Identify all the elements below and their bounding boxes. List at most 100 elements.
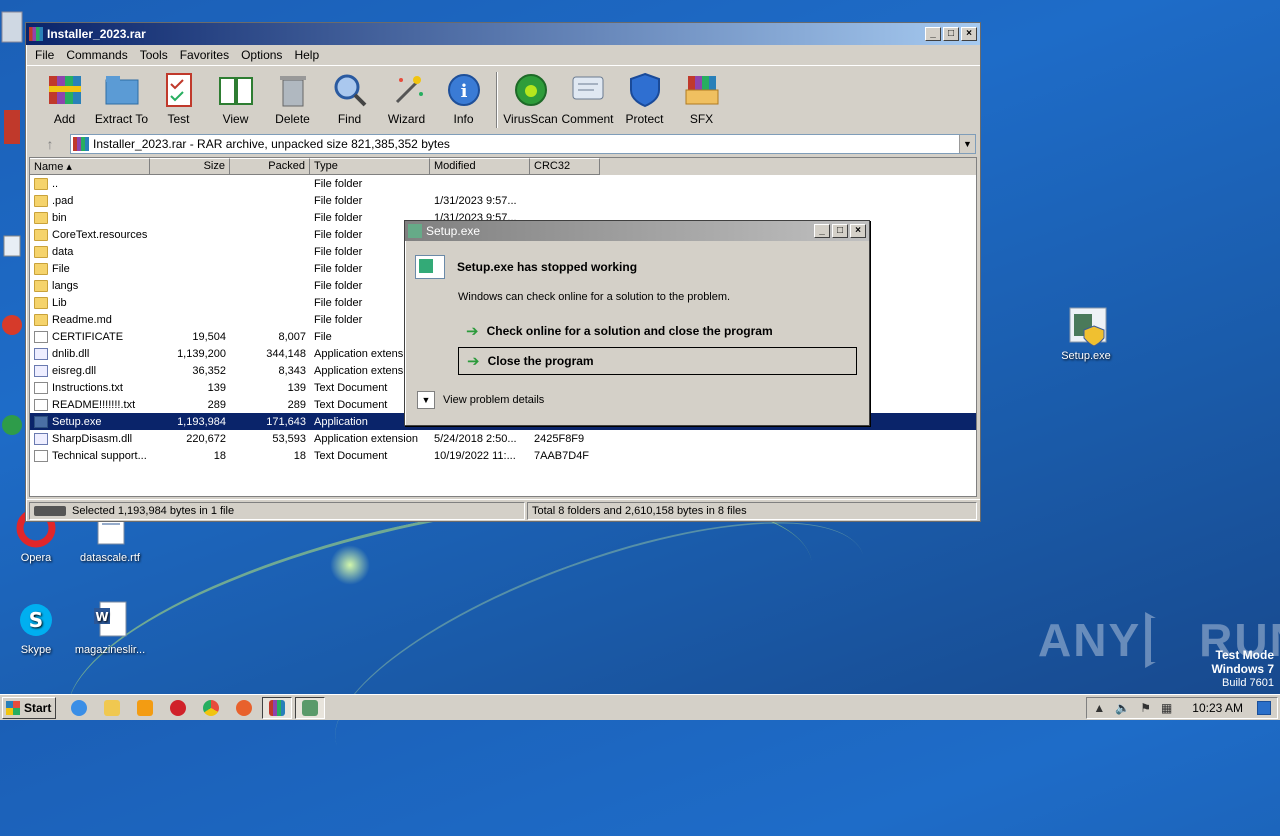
network-icon[interactable]: ▦: [1161, 701, 1172, 715]
desktop-icon-setup[interactable]: Setup.exe: [1050, 306, 1122, 362]
close-button[interactable]: ×: [850, 224, 866, 238]
cell-size: 19,504: [192, 330, 226, 343]
extract-to-button[interactable]: Extract To: [93, 70, 150, 126]
menu-tools[interactable]: Tools: [134, 48, 174, 62]
firefox-icon: [236, 699, 252, 716]
taskbar-media[interactable]: [130, 697, 160, 719]
file-row[interactable]: .. File folder: [30, 175, 976, 192]
file-list-header: Name ▴ Size Packed Type Modified CRC32: [30, 158, 976, 175]
dialog-title: Setup.exe: [426, 224, 481, 238]
taskbar: Start ▲ 🔈 ⚑ ▦ 10:23 AM: [0, 694, 1280, 720]
desktop-icon-magazines[interactable]: W magazineslir...: [74, 600, 146, 656]
toolbar-separator: [496, 72, 498, 128]
file-row[interactable]: .pad File folder 1/31/2023 9:57...: [30, 192, 976, 209]
svg-text:i: i: [460, 81, 467, 102]
app-icon[interactable]: [0, 230, 24, 270]
test-button[interactable]: Test: [150, 70, 207, 126]
app-icon[interactable]: [0, 110, 24, 150]
sfx-button[interactable]: SFX: [673, 70, 730, 126]
app-icon[interactable]: [0, 305, 24, 345]
taskbar-firefox[interactable]: [229, 697, 259, 719]
file-row[interactable]: SharpDisasm.dll 220,672 53,593 Application …: [30, 430, 976, 447]
address-bar: ↑ Installer_2023.rar - RAR archive, unpa…: [26, 131, 980, 157]
flag-icon[interactable]: ⚑: [1140, 701, 1151, 715]
show-desktop-button[interactable]: [1257, 701, 1271, 715]
dialog-titlebar[interactable]: Setup.exe _ □ ×: [405, 221, 869, 241]
cell-name: langs: [30, 279, 150, 292]
column-header-type[interactable]: Type: [310, 158, 430, 175]
taskbar-setup[interactable]: [295, 696, 325, 719]
minimize-button[interactable]: _: [814, 224, 830, 238]
view-button[interactable]: View: [207, 70, 264, 126]
column-header-packed[interactable]: Packed: [230, 158, 310, 175]
folder-icon: [34, 245, 48, 258]
view-details-toggle[interactable]: ▼ View problem details: [417, 391, 859, 409]
app-icon[interactable]: [0, 405, 24, 445]
winrar-titlebar[interactable]: Installer_2023.rar _ □ ×: [26, 23, 980, 45]
file-row[interactable]: Technical support... 18 18 Text Document 10/…: [30, 447, 976, 464]
menu-options[interactable]: Options: [235, 48, 288, 62]
column-header-size[interactable]: Size: [150, 158, 230, 175]
protect-button[interactable]: Protect: [616, 70, 673, 126]
text-file-icon: [34, 398, 48, 411]
opera-icon: [170, 699, 186, 716]
menu-help[interactable]: Help: [288, 48, 325, 62]
address-field[interactable]: Installer_2023.rar - RAR archive, unpack…: [70, 134, 976, 154]
desktop-icon-skype[interactable]: S Skype: [0, 600, 72, 656]
maximize-button[interactable]: □: [943, 27, 959, 41]
cell-name: Setup.exe: [30, 415, 150, 428]
check-online-option[interactable]: ➔ Check online for a solution and close …: [458, 317, 859, 345]
cell-size: 18: [213, 449, 226, 462]
column-header-crc32[interactable]: CRC32: [530, 158, 600, 175]
chevron-down-icon[interactable]: ▼: [417, 391, 435, 409]
close-button[interactable]: ×: [961, 27, 977, 41]
taskbar-winrar[interactable]: [262, 696, 292, 719]
play-logo-icon: [1145, 612, 1196, 668]
maximize-button[interactable]: □: [832, 224, 848, 238]
comment-button[interactable]: Comment: [559, 70, 616, 126]
column-header-name[interactable]: Name ▴: [30, 158, 150, 175]
wizard-button[interactable]: Wizard: [378, 70, 435, 126]
cell-packed: 289: [287, 398, 306, 411]
folder-icon: [34, 194, 48, 207]
taskbar-chrome[interactable]: [196, 697, 226, 719]
taskbar-opera[interactable]: [163, 697, 193, 719]
virusscan-button[interactable]: VirusScan: [502, 70, 559, 126]
start-button[interactable]: Start: [2, 696, 56, 719]
cell-size: 36,352: [192, 364, 226, 377]
taskbar-ie[interactable]: [64, 697, 94, 719]
chevron-down-icon[interactable]: ▼: [959, 135, 975, 153]
green-arrow-icon: ➔: [466, 323, 479, 340]
folder-icon: [104, 72, 140, 108]
cell-name: bin: [30, 211, 150, 224]
up-arrow-icon[interactable]: ↑: [30, 136, 70, 152]
menu-favorites[interactable]: Favorites: [174, 48, 235, 62]
find-button[interactable]: Find: [321, 70, 378, 126]
comment-label: Comment: [561, 112, 614, 126]
wallpaper-glow: [330, 545, 370, 585]
add-button[interactable]: Add: [36, 70, 93, 126]
setup-exe-icon: [1066, 306, 1107, 347]
file-name: Lib: [52, 296, 67, 309]
taskbar-explorer[interactable]: [97, 697, 127, 719]
chevron-up-icon[interactable]: ▲: [1093, 701, 1105, 715]
dialog-heading: Setup.exe has stopped working: [457, 260, 638, 274]
cell-packed: 8,343: [278, 364, 306, 377]
clock[interactable]: 10:23 AM: [1192, 701, 1243, 715]
recycle-bin-icon[interactable]: [0, 8, 24, 48]
file-name: Setup.exe: [52, 415, 102, 428]
speaker-icon[interactable]: 🔈: [1115, 701, 1130, 715]
bug-icon: [513, 72, 549, 108]
delete-button[interactable]: Delete: [264, 70, 321, 126]
column-header-modified[interactable]: Modified: [430, 158, 530, 175]
minimize-button[interactable]: _: [925, 27, 941, 41]
cell-packed: 344,148: [266, 347, 306, 360]
dll-file-icon: [34, 347, 48, 360]
cell-type: File folder: [314, 177, 363, 190]
info-button[interactable]: i Info: [435, 70, 492, 126]
cell-name: Readme.md: [30, 313, 150, 326]
menu-commands[interactable]: Commands: [60, 48, 133, 62]
winrar-icon: [269, 699, 285, 716]
close-program-option[interactable]: ➔ Close the program: [458, 347, 857, 375]
menu-file[interactable]: File: [29, 48, 60, 62]
